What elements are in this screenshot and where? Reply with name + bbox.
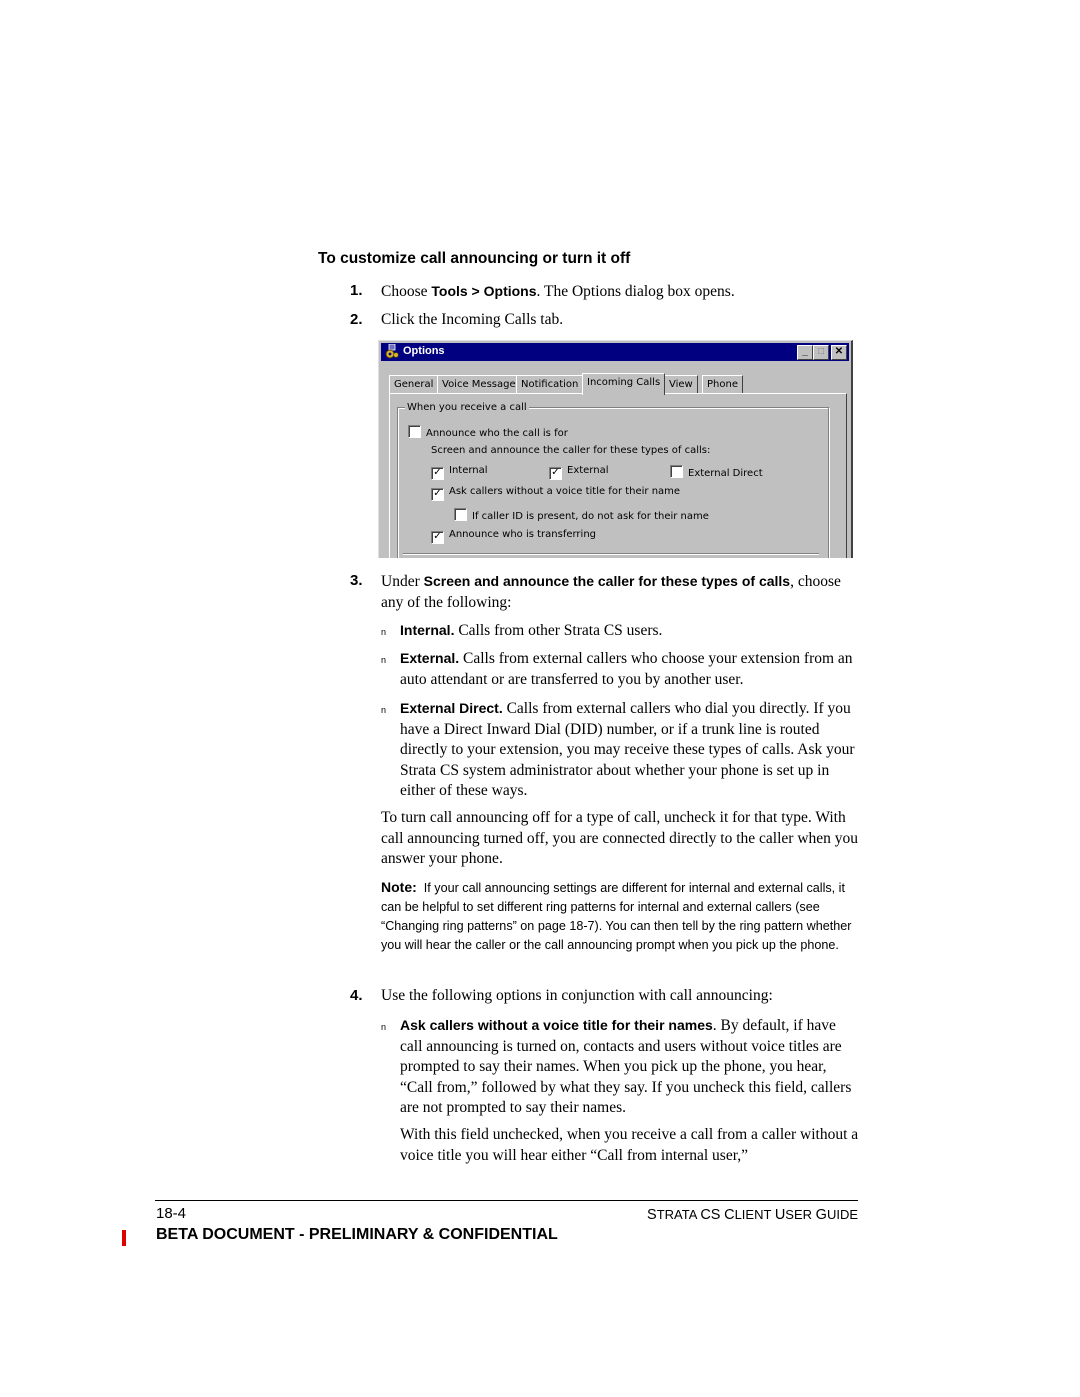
tab-general[interactable]: General (389, 375, 439, 393)
note-label: Note: (381, 879, 417, 895)
tab-voice-message[interactable]: Voice Message (437, 375, 521, 393)
external-checkbox[interactable]: ✓ External (549, 465, 609, 480)
bullet-term: Internal. (400, 622, 455, 638)
checkbox-checked[interactable]: ✓ (431, 467, 444, 480)
checkbox-label: External Direct (688, 468, 763, 479)
step-text: . The Options dialog box opens. (536, 283, 735, 300)
step-number: 3. (350, 572, 363, 589)
checkbox-box[interactable] (454, 508, 467, 521)
group-label: When you receive a call (405, 402, 529, 413)
screen-label: Screen and announce the caller for these… (431, 445, 711, 456)
followup-paragraph: With this field unchecked, when you rece… (400, 1126, 859, 1164)
guide-title-part: SER (785, 1207, 813, 1222)
bullet-marker: n (381, 627, 387, 637)
checkbox-label: Ask callers without a voice title for th… (449, 486, 681, 497)
guide-title-part: S (647, 1207, 657, 1223)
checkbox-checked[interactable]: ✓ (431, 531, 444, 544)
options-gear-icon (385, 344, 399, 359)
step-number: 4. (350, 987, 363, 1004)
caller-id-checkbox[interactable]: If caller ID is present, do not ask for … (454, 508, 709, 522)
guide-title-part: TRATA (656, 1207, 697, 1222)
guide-title: STRATA CS CLIENT USER GUIDE (647, 1207, 858, 1223)
internal-checkbox[interactable]: ✓ Internal (431, 465, 488, 480)
checkbox-label: Internal (449, 465, 488, 476)
guide-title-part: G (815, 1207, 827, 1223)
close-button[interactable]: ✕ (831, 345, 847, 360)
tab-incoming-calls[interactable]: Incoming Calls (582, 373, 666, 395)
guide-title-part: LIENT (734, 1207, 772, 1222)
section-heading: To customize call announcing or turn it … (318, 250, 631, 267)
bullet-text: Calls from external callers who choose y… (400, 650, 853, 688)
step-text: Click the Incoming Calls tab. (381, 311, 564, 328)
step-1: 1. Choose Tools > Options. The Options d… (350, 281, 860, 303)
tab-phone[interactable]: Phone (702, 375, 743, 393)
checkbox-label: External (567, 465, 609, 476)
bullet-marker: n (381, 1022, 387, 1032)
tab-notification[interactable]: Notification (516, 375, 584, 393)
step-number: 2. (350, 311, 363, 328)
step-text: Under (381, 573, 424, 590)
bullet-external-direct: n External Direct. Calls from external c… (381, 698, 861, 802)
checkbox-label: Announce who is transferring (449, 529, 597, 540)
announce-who-for-checkbox[interactable]: Announce who the call is for (408, 425, 568, 439)
checkbox-label: Announce who the call is for (426, 428, 568, 439)
guide-title-part: C (724, 1207, 735, 1223)
checkbox-box[interactable] (670, 465, 683, 478)
guide-title-part: UIDE (826, 1207, 858, 1222)
step-2: 2. Click the Incoming Calls tab. (350, 310, 860, 331)
bullet-internal: n Internal. Calls from other Strata CS u… (381, 620, 861, 642)
bullet-term: External. (400, 650, 460, 666)
page-number: 18-4 (156, 1205, 187, 1222)
bullet-term: External Direct. (400, 700, 503, 716)
dialog-titlebar: Options _ □ ✕ (381, 343, 849, 361)
step-text: Choose (381, 283, 432, 300)
bullet-text: Calls from other Strata CS users. (454, 622, 663, 639)
guide-title-part: CS (700, 1207, 721, 1223)
note-block: Note: If your call announcing settings a… (381, 878, 861, 955)
minimize-button[interactable]: _ (797, 345, 813, 360)
bullet-term: Ask callers without a voice title for th… (400, 1017, 713, 1033)
bullet-marker: n (381, 655, 387, 665)
step-number: 1. (350, 282, 363, 299)
guide-title-part: U (774, 1207, 786, 1223)
bullet-marker: n (381, 705, 387, 715)
step-text: Use the following options in conjunction… (381, 987, 773, 1004)
options-dialog: Options _ □ ✕ General Voice Message Noti… (378, 340, 853, 558)
checkbox-label: If caller ID is present, do not ask for … (472, 511, 709, 522)
checkbox-checked[interactable]: ✓ (549, 467, 562, 480)
dialog-title: Options (403, 345, 445, 357)
beta-notice: BETA DOCUMENT - PRELIMINARY & CONFIDENTI… (156, 1226, 558, 1243)
external-direct-checkbox[interactable]: External Direct (670, 465, 763, 479)
bullet-external: n External. Calls from external callers … (381, 648, 861, 690)
ask-callers-checkbox[interactable]: ✓ Ask callers without a voice title for t… (431, 486, 680, 501)
step-4: 4. Use the following options in conjunct… (350, 986, 860, 1007)
checkbox-checked[interactable]: ✓ (431, 488, 444, 501)
announce-transferring-checkbox[interactable]: ✓ Announce who is transferring (431, 529, 596, 544)
change-bar (122, 1230, 126, 1246)
turn-off-paragraph: To turn call announcing off for a type o… (381, 809, 859, 867)
menu-path: Tools > Options (431, 283, 537, 299)
maximize-button[interactable]: □ (813, 345, 829, 360)
note-text: If your call announcing settings are dif… (381, 881, 852, 952)
option-name: Screen and announce the caller for these… (423, 573, 791, 589)
tab-view[interactable]: View (664, 375, 698, 393)
step-3: 3. Under Screen and announce the caller … (350, 571, 860, 613)
bullet-ask-callers: n Ask callers without a voice title for … (381, 1015, 861, 1119)
footer-rule (155, 1200, 858, 1201)
group-divider (403, 553, 819, 555)
checkbox-box[interactable] (408, 425, 421, 438)
